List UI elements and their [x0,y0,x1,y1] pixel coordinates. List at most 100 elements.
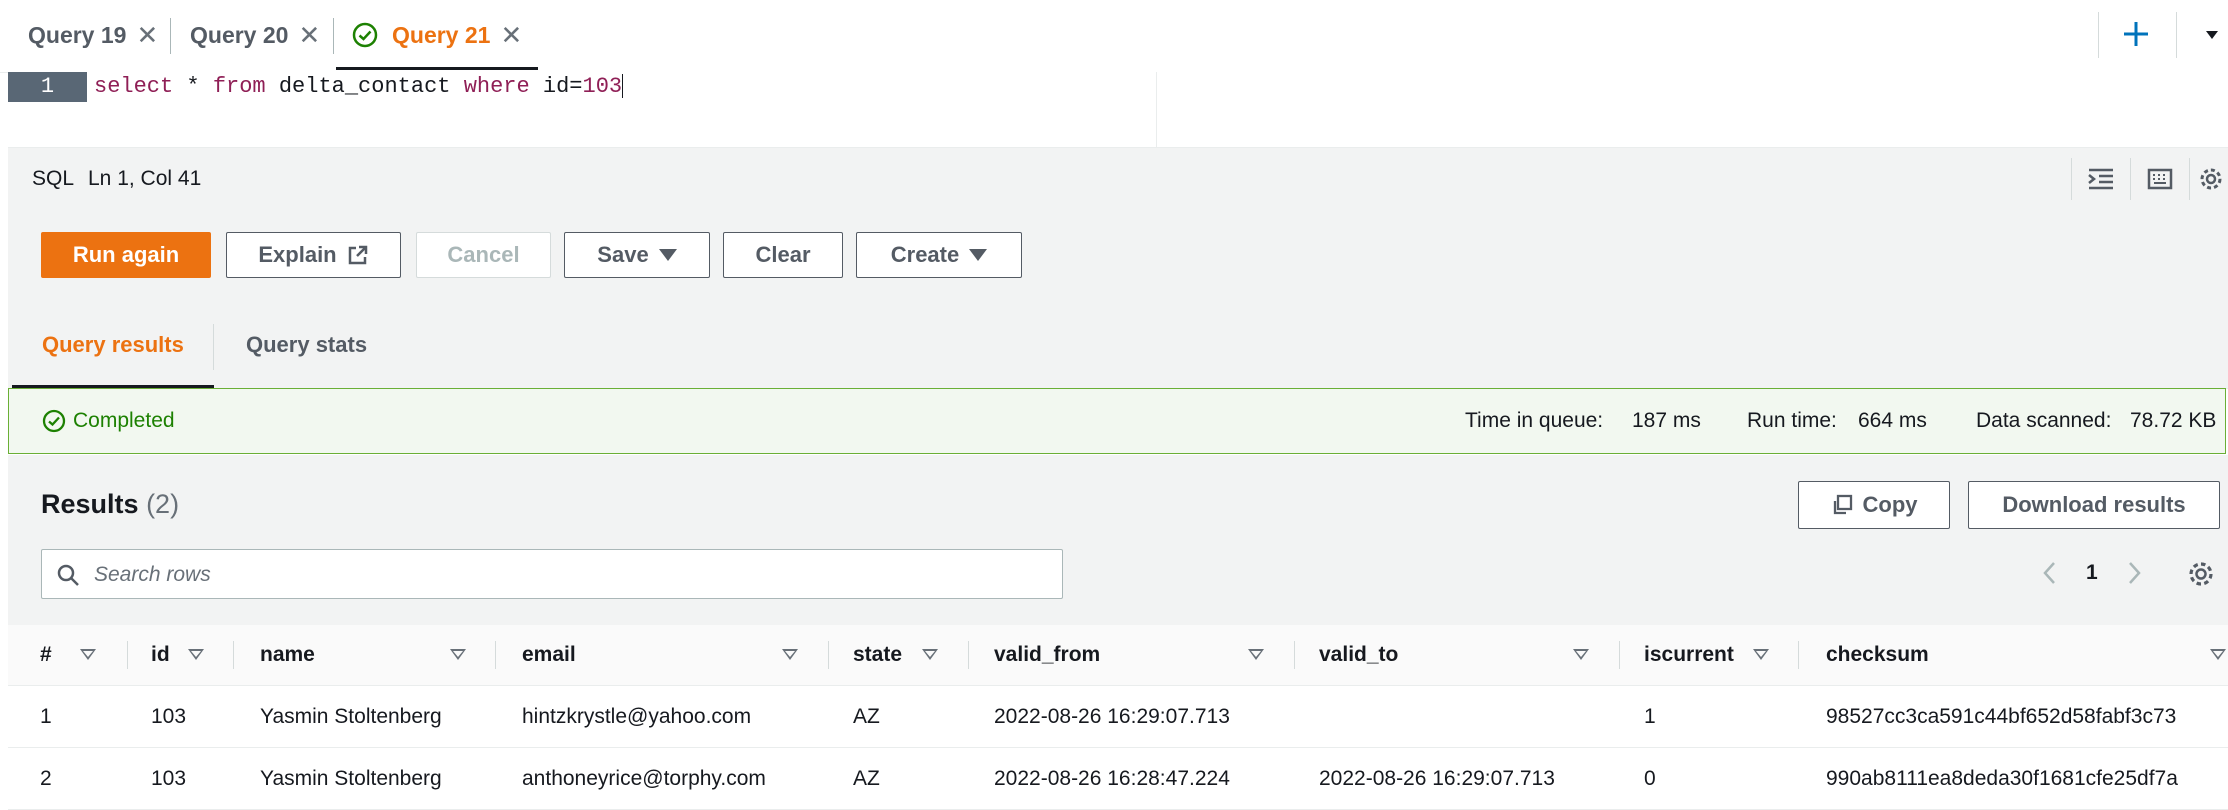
cell-name: Yasmin Stoltenberg [260,705,442,728]
close-icon[interactable]: ✕ [136,20,158,51]
check-circle-icon [352,22,378,48]
table-row[interactable]: 2 103 Yasmin Stoltenberg anthoneyrice@to… [8,748,2228,810]
cell-checksum: 98527cc3ca591c44bf652d58fabf3c73 [1826,705,2177,728]
check-circle-icon [42,409,66,433]
page-number[interactable]: 1 [2086,555,2098,591]
cell-valid-to: 2022-08-26 16:29:07.713 [1319,767,1555,790]
column-header[interactable]: name [260,625,315,685]
sql-keyword: from [212,74,266,99]
editor-gutter: 1 [8,72,87,147]
cell-iscurrent: 0 [1644,767,1656,790]
table-header: # id name email state valid_from valid_t… [8,625,2228,686]
create-button[interactable]: Create [856,232,1022,278]
column-header[interactable]: email [522,625,576,685]
sort-icon[interactable] [80,649,96,660]
tab-query-stats[interactable]: Query stats [246,302,367,388]
column-header[interactable]: valid_from [994,625,1100,685]
row-number: 1 [40,705,52,728]
clear-button[interactable]: Clear [723,232,843,278]
close-icon[interactable]: ✕ [298,20,320,51]
button-label: Copy [1862,492,1918,517]
column-header[interactable]: # [40,625,52,685]
sort-icon[interactable] [1573,649,1589,660]
results-count: (2) [146,489,180,519]
sort-icon[interactable] [188,649,204,660]
column-header[interactable]: checksum [1826,625,1929,685]
status-text: Completed [73,409,175,432]
search-input[interactable] [92,550,1056,600]
copy-icon [1833,494,1852,515]
queue-time-value: 187 ms [1632,409,1701,432]
button-label: Save [597,242,649,267]
tab-label: Query 20 [190,21,289,48]
tab-label: Query 21 [392,21,491,48]
sort-icon[interactable] [1753,649,1769,660]
copy-button[interactable]: Copy [1798,481,1950,529]
button-label: Clear [755,242,811,267]
cell-id: 103 [151,767,187,790]
cell-checksum: 990ab8111ea8deda30f1681cfe25df7a [1826,767,2178,790]
query-toolbar: Run again Explain Cancel Save Clear Crea… [8,210,2228,302]
cell-email: hintzkrystle@yahoo.com [522,705,752,728]
format-icon[interactable] [2071,158,2130,200]
sort-icon[interactable] [450,649,466,660]
caret-down-icon [658,249,677,261]
cursor-position: Ln 1, Col 41 [88,167,202,190]
sort-icon[interactable] [2210,649,2226,660]
column-header[interactable]: valid_to [1319,625,1398,685]
caret-down-icon [969,249,988,261]
sql-keyword: select [94,74,174,99]
language-label: SQL [32,167,75,190]
close-icon[interactable]: ✕ [500,20,522,51]
sort-icon[interactable] [1248,649,1264,660]
column-header[interactable]: iscurrent [1644,625,1734,685]
tab-query-results[interactable]: Query results [12,302,214,388]
tab-query-20[interactable]: Query 20 ✕ [190,0,320,70]
keyboard-icon[interactable] [2130,158,2189,200]
cell-email: anthoneyrice@torphy.com [522,767,766,790]
run-time-label: Run time: [1747,409,1837,432]
button-label: Cancel [447,242,520,267]
cell-valid-from: 2022-08-26 16:28:47.224 [994,767,1230,790]
tab-query-21[interactable]: Query 21 ✕ [335,0,539,70]
search-rows-field[interactable] [41,549,1063,600]
tab-label: Query 19 [28,21,127,48]
sql-number: 103 [582,74,623,99]
sql-editor[interactable]: 1 select * from delta_contact where id=1… [8,72,2228,148]
query-tab-bar: Query 19 ✕ Query 20 ✕ Query 21 ✕ [0,0,2228,73]
download-results-button[interactable]: Download results [1968,481,2220,529]
cancel-button[interactable]: Cancel [416,232,551,278]
button-label: Run again [72,242,180,267]
sql-keyword: where [463,74,530,99]
run-again-button[interactable]: Run again [41,232,211,278]
chevron-right-icon[interactable] [2122,555,2146,591]
button-label: Download results [2002,492,2186,517]
button-label: Explain [258,242,337,267]
chevron-left-icon[interactable] [2038,555,2062,591]
save-button[interactable]: Save [564,232,710,278]
cell-valid-from: 2022-08-26 16:29:07.713 [994,705,1230,728]
tab-query-19[interactable]: Query 19 ✕ [28,0,158,70]
cell-name: Yasmin Stoltenberg [260,767,442,790]
cell-state: AZ [853,767,880,790]
column-header[interactable]: id [151,625,170,685]
sql-code-line[interactable]: select * from delta_contact where id=103 [94,72,624,102]
sort-icon[interactable] [782,649,798,660]
column-header[interactable]: state [853,625,902,685]
button-label: Create [890,242,960,267]
search-icon [57,564,79,586]
table-row[interactable]: 1 103 Yasmin Stoltenberg hintzkrystle@ya… [8,686,2228,748]
print-margin [1156,72,1157,147]
tab-label: Query stats [246,332,368,357]
results-heading: Results (2) [41,489,179,520]
sql-text: * [173,74,213,99]
table-settings-gear-icon[interactable] [2186,559,2216,589]
sort-icon[interactable] [922,649,938,660]
cell-state: AZ [853,705,880,728]
explain-button[interactable]: Explain [226,232,401,278]
plus-icon[interactable] [2118,14,2154,54]
results-title: Results [41,489,139,519]
caret-down-icon[interactable] [2196,22,2228,48]
settings-gear-icon[interactable] [2189,158,2228,200]
cell-id: 103 [151,705,187,728]
